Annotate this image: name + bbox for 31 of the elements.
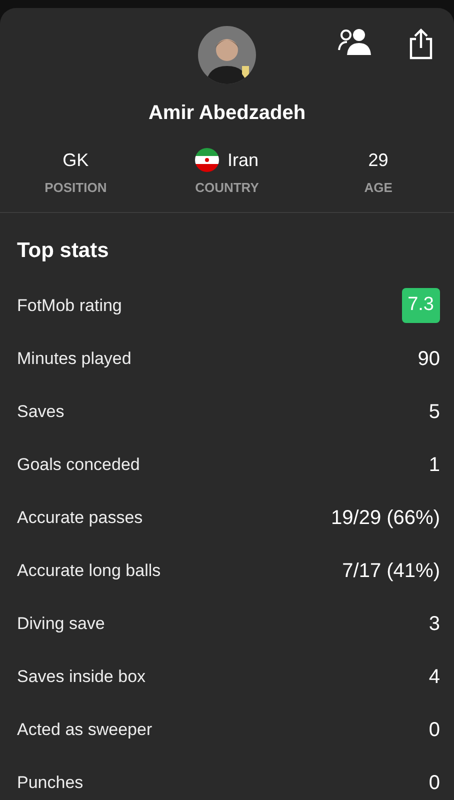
stat-label: Acted as sweeper (17, 718, 152, 741)
stat-label: Minutes played (17, 348, 132, 370)
flag-icon (195, 148, 220, 172)
stat-value: 7/17 (41%) (342, 558, 440, 584)
stat-value: 0 (428, 718, 440, 742)
stat-label: Accurate long balls (17, 560, 161, 582)
stat-label: FotMob rating (17, 294, 122, 317)
stat-value: 0 (428, 770, 440, 796)
section-title: Top stats (16, 238, 110, 264)
info-label: AGE (364, 179, 392, 197)
info-label: POSITION (44, 179, 107, 197)
stat-value: 90 (418, 346, 440, 372)
stat-value: 4 (428, 664, 440, 690)
rating-badge: 7.3 (402, 288, 440, 323)
info-label: COUNTRY (195, 179, 259, 197)
stat-label: Goals conceded (17, 454, 140, 476)
share-icon[interactable] (408, 28, 434, 60)
info-value: 29 (368, 148, 388, 172)
stat-label: Accurate passes (17, 506, 143, 529)
stat-label: Punches (17, 772, 84, 794)
stat-value: 1 (428, 452, 440, 478)
stat-label: Diving save (17, 612, 105, 635)
stat-value: 5 (428, 400, 440, 424)
stat-value: 3 (428, 612, 440, 636)
stat-label: Saves inside box (17, 666, 146, 688)
people-icon[interactable] (338, 28, 372, 56)
info-value: Iran (227, 148, 258, 172)
stat-value: 19/29 (66%) (331, 506, 440, 530)
info-value: GK (62, 148, 89, 172)
stat-label: Saves (17, 400, 64, 423)
player-name: Amir Abedzadeh (148, 101, 306, 126)
